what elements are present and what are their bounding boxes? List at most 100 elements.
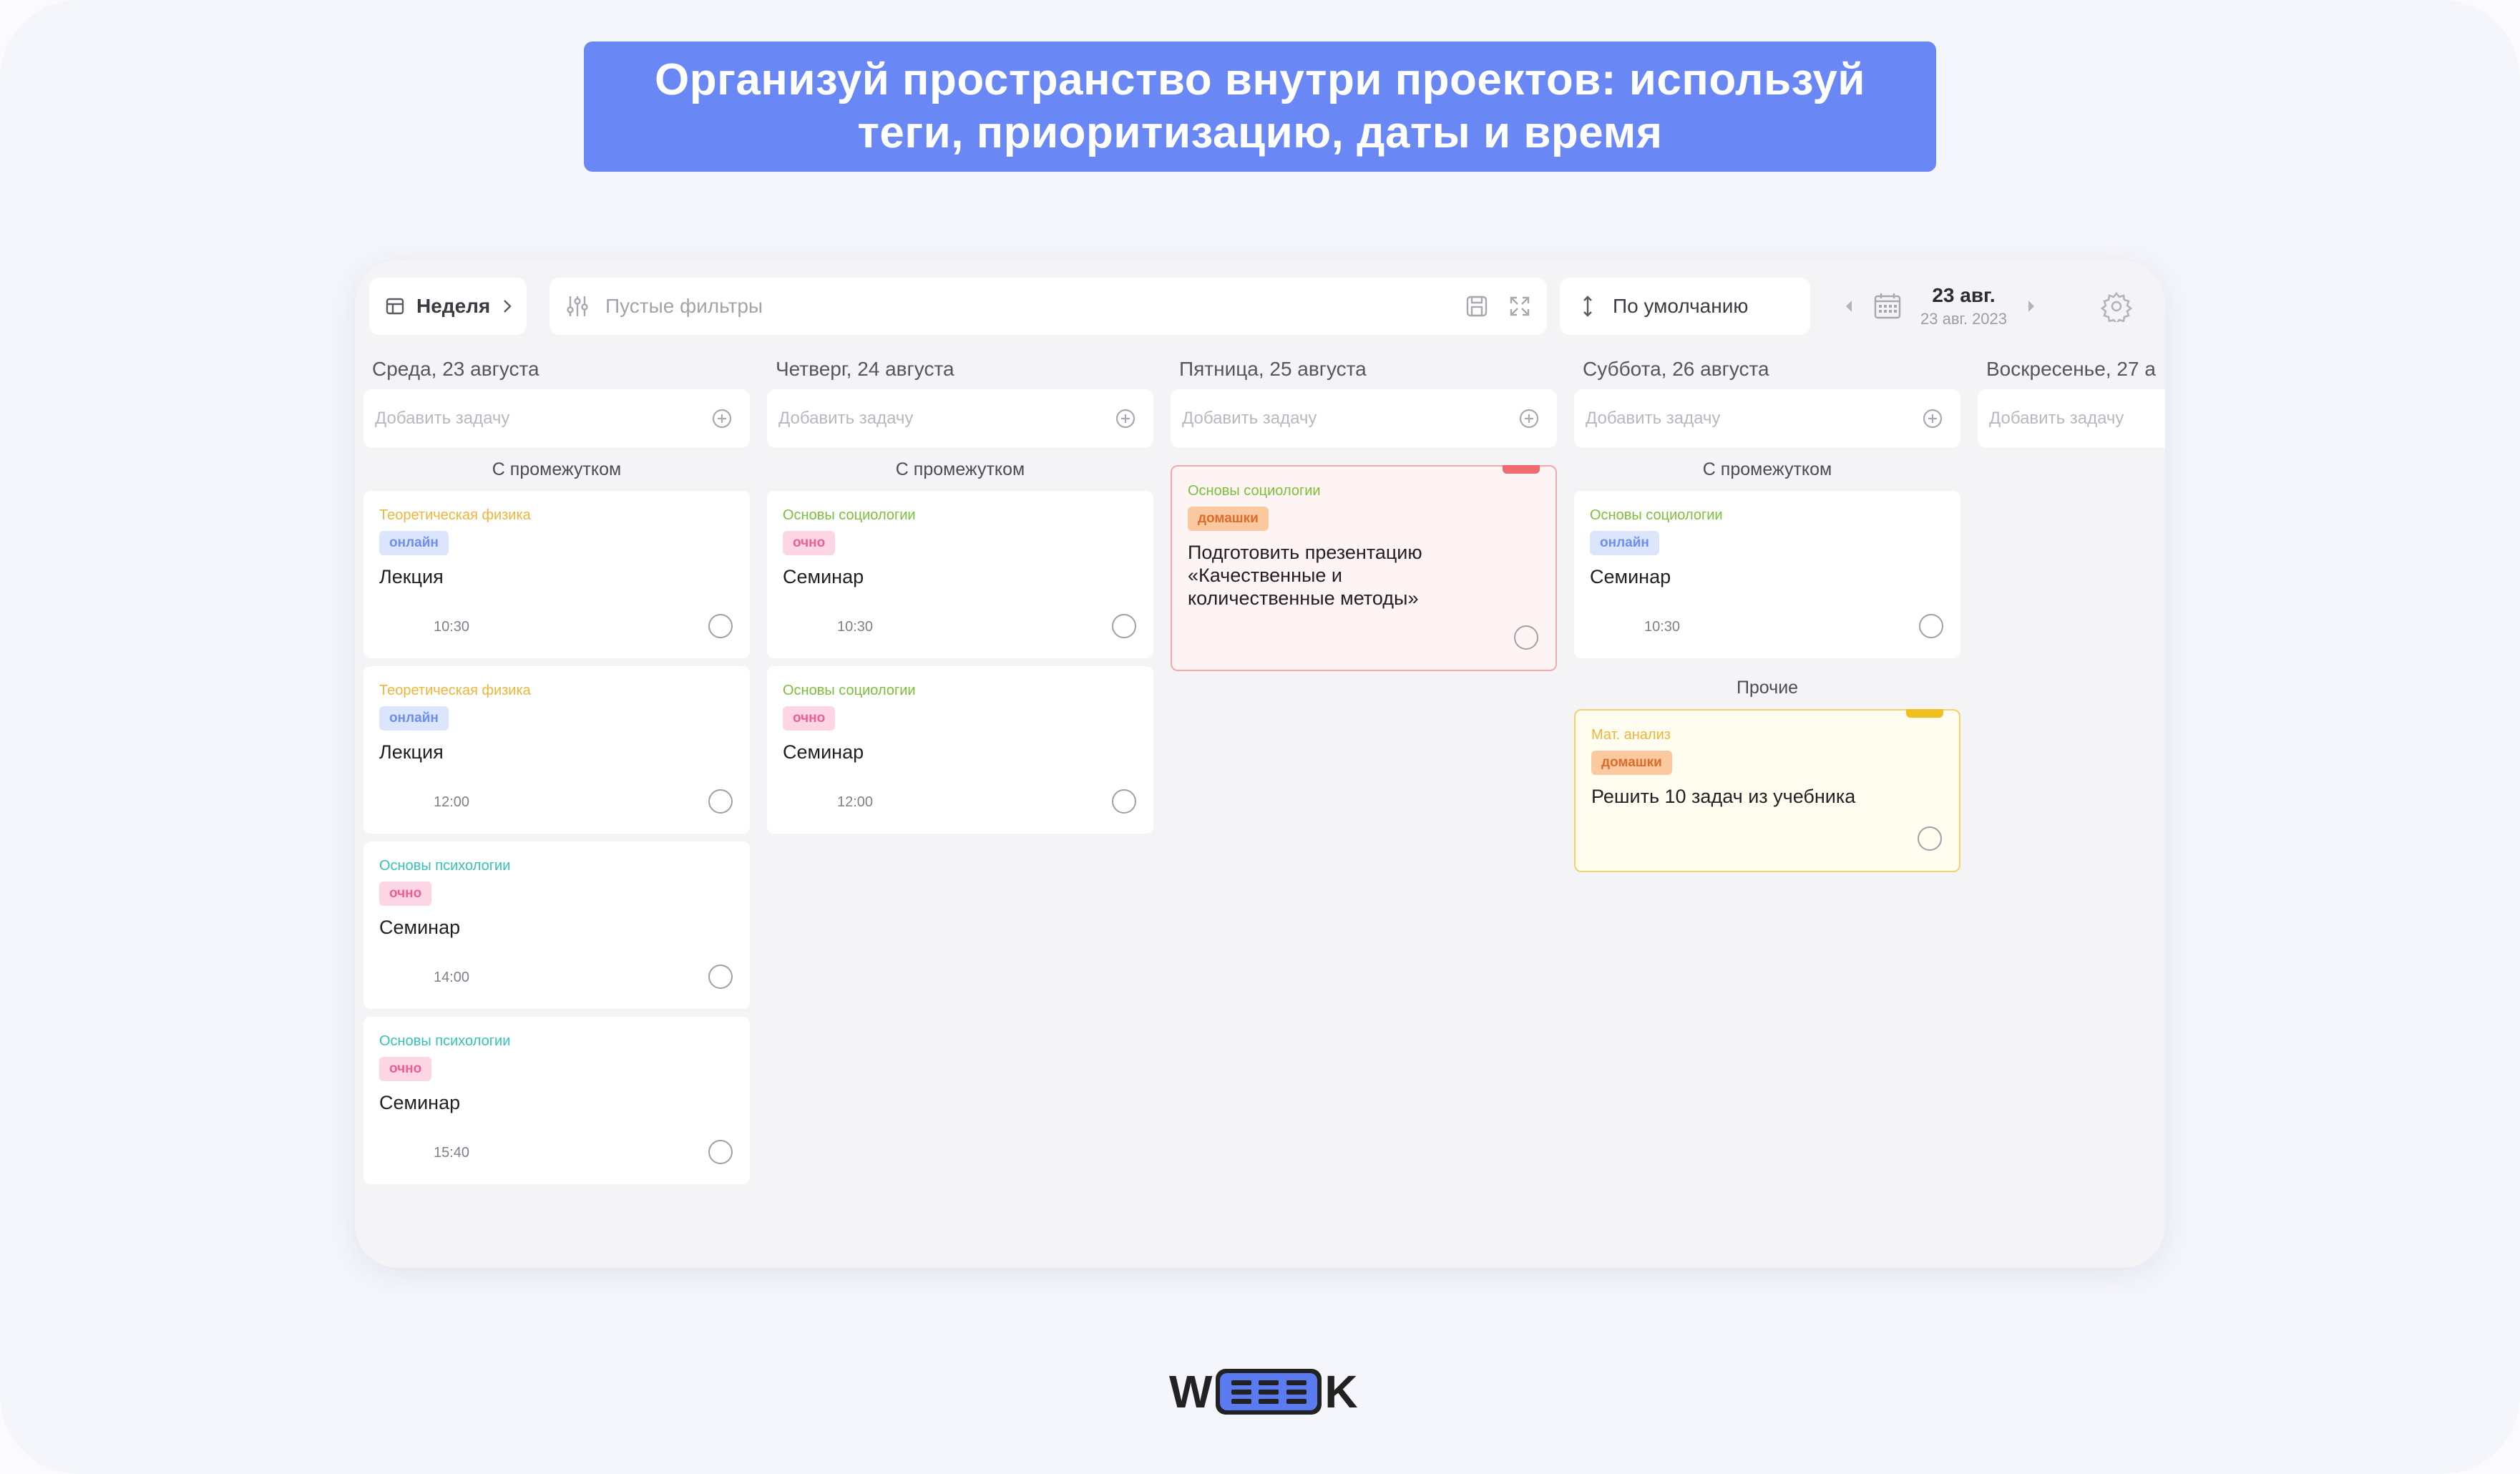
day-header: Пятница, 25 августа (1179, 358, 1367, 380)
day-column: Пятница, 25 августа Добавить задачу Осно… (1171, 353, 1557, 679)
task-time: 12:00 (434, 794, 470, 810)
project-name: Теоретическая физика (379, 683, 531, 698)
task-card[interactable]: Основы социологии онлайн Семинар 10:30 (1574, 491, 1960, 658)
logo-letter-k: K (1324, 1366, 1359, 1417)
task-title: Решить 10 задач из учебника (1591, 786, 1856, 807)
complete-checkbox[interactable] (1919, 614, 1943, 638)
group-label: С промежутком (492, 459, 622, 479)
complete-checkbox[interactable] (708, 1140, 733, 1164)
gear-icon[interactable] (2101, 291, 2132, 322)
task-time: 15:40 (434, 1145, 470, 1161)
tag-badge: домашки (1188, 507, 1269, 531)
planner-window: Неделя Пустые фильтры По умолчанию 23 ав… (355, 260, 2165, 1268)
date-main: 23 авг. (1932, 284, 1996, 306)
view-label: Неделя (416, 295, 491, 317)
task-card[interactable]: Основы психологии очно Семинар 15:40 (363, 1017, 750, 1184)
add-task-input[interactable]: Добавить задачу (1574, 389, 1960, 448)
filter-bar[interactable]: Пустые фильтры (550, 278, 1547, 335)
prev-arrow-icon[interactable] (1843, 298, 1855, 315)
tag-badge: онлайн (379, 706, 449, 731)
complete-checkbox[interactable] (708, 614, 733, 638)
task-time: 10:30 (837, 619, 874, 635)
tag-badge: онлайн (379, 531, 449, 555)
tag-badge: очно (783, 531, 836, 555)
task-title: Семинар (783, 741, 864, 763)
add-task-placeholder: Добавить задачу (1586, 409, 1721, 428)
complete-checkbox[interactable] (1112, 789, 1136, 814)
task-card-high-priority[interactable]: Основы социологии домашки Подготовить пр… (1171, 465, 1557, 671)
complete-checkbox[interactable] (708, 965, 733, 989)
add-task-input[interactable]: Добавить задачу (1978, 389, 2165, 448)
add-task-input[interactable]: Добавить задачу (363, 389, 750, 448)
day-header: Четверг, 24 августа (776, 358, 954, 380)
task-time: 12:00 (837, 794, 874, 810)
calendar-icon[interactable] (1873, 292, 1902, 321)
task-title: Семинар (783, 566, 864, 587)
sort-arrows-icon (1583, 296, 1592, 317)
complete-checkbox[interactable] (1112, 614, 1136, 638)
date-sub: 23 авг. 2023 (1920, 310, 2008, 328)
project-name: Основы психологии (379, 858, 511, 874)
save-icon[interactable] (1465, 295, 1488, 318)
weeek-logo: W K (1169, 1365, 1359, 1418)
tag-badge: очно (379, 882, 432, 906)
task-card[interactable]: Основы социологии очно Семинар 12:00 (767, 666, 1153, 834)
complete-checkbox[interactable] (1514, 625, 1538, 650)
add-task-input[interactable]: Добавить задачу (767, 389, 1153, 448)
day-header: Среда, 23 августа (372, 358, 539, 380)
priority-marker (1906, 709, 1943, 718)
project-name: Основы социологии (1590, 507, 1723, 523)
task-title: Лекция (379, 566, 444, 587)
project-name: Основы психологии (379, 1033, 511, 1049)
project-name: Основы социологии (783, 683, 916, 698)
day-header: Суббота, 26 августа (1583, 358, 1769, 380)
filter-sliders-icon (567, 296, 588, 316)
task-card[interactable]: Основы социологии очно Семинар 10:30 (767, 491, 1153, 658)
complete-checkbox[interactable] (708, 789, 733, 814)
tag-badge: очно (379, 1057, 432, 1081)
current-date[interactable]: 23 авг. 23 авг. 2023 (1920, 284, 2007, 328)
add-task-placeholder: Добавить задачу (1182, 409, 1317, 428)
task-card[interactable]: Теоретическая физика онлайн Лекция 10:30 (363, 491, 750, 658)
task-title: Семинар (1590, 566, 1671, 587)
add-task-placeholder: Добавить задачу (375, 409, 510, 428)
banner-line-1: Организуй пространство внутри проектов: … (654, 55, 1866, 104)
task-card-medium-priority[interactable]: Мат. анализ домашки Решить 10 задач из у… (1574, 709, 1960, 872)
sort-dropdown[interactable]: По умолчанию (1560, 278, 1810, 335)
day-column: Четверг, 24 августа Добавить задачу С пр… (767, 353, 1153, 841)
add-task-input[interactable]: Добавить задачу (1171, 389, 1557, 448)
filter-placeholder: Пустые фильтры (605, 295, 763, 317)
task-time: 10:30 (1644, 619, 1681, 635)
add-circle-icon[interactable] (1518, 408, 1540, 429)
task-title: Семинар (379, 1092, 461, 1113)
day-column: Среда, 23 августа Добавить задачу С пром… (363, 353, 750, 1192)
banner-line-2: теги, приоритизацию, даты и время (857, 108, 1663, 157)
tag-badge: очно (783, 706, 836, 731)
next-arrow-icon[interactable] (2026, 298, 2037, 315)
task-title: Семинар (379, 917, 461, 938)
add-task-placeholder: Добавить задачу (1989, 409, 2124, 428)
add-circle-icon[interactable] (711, 408, 733, 429)
group-label: С промежутком (1702, 459, 1832, 479)
view-switch-button[interactable]: Неделя (369, 278, 527, 335)
add-circle-icon[interactable] (1115, 408, 1136, 429)
task-title: Лекция (379, 741, 444, 763)
tag-badge: домашки (1591, 751, 1672, 775)
task-time: 10:30 (434, 619, 470, 635)
date-navigator: 23 авг. 23 авг. 2023 (1843, 278, 2037, 335)
task-card[interactable]: Основы психологии очно Семинар 14:00 (363, 841, 750, 1009)
project-name: Мат. анализ (1591, 727, 1671, 743)
day-column: Суббота, 26 августа Добавить задачу С пр… (1574, 353, 1960, 880)
project-name: Основы социологии (1188, 483, 1321, 499)
task-card[interactable]: Теоретическая физика онлайн Лекция 12:00 (363, 666, 750, 834)
priority-marker (1503, 465, 1540, 474)
add-circle-icon[interactable] (1922, 408, 1943, 429)
promo-banner: Организуй пространство внутри проектов: … (584, 42, 1936, 172)
day-column: Воскресенье, 27 а Добавить задачу (1978, 353, 2165, 448)
tag-badge: онлайн (1590, 531, 1659, 555)
chevron-right-icon (504, 300, 512, 313)
expand-icon[interactable] (1508, 295, 1531, 318)
complete-checkbox[interactable] (1918, 826, 1942, 851)
add-task-placeholder: Добавить задачу (778, 409, 914, 428)
